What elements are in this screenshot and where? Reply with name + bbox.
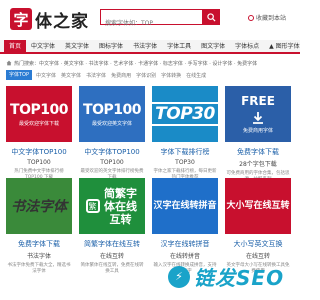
nav-item-chinese[interactable]: 中文字体 (26, 40, 60, 54)
thumb-subtitle: 最受欢迎字体下载 (18, 120, 59, 127)
card-thumb[interactable]: 大小写在线互转 (225, 178, 291, 234)
bookmark-link[interactable]: 收藏到本站 (248, 13, 286, 22)
search-input[interactable] (101, 16, 201, 31)
nav-item-shape[interactable]: ▲ 图形字体 (264, 40, 305, 54)
tag-link[interactable]: 书法字体 (86, 72, 106, 79)
nav-item-graphic[interactable]: 图文字体 (196, 40, 230, 54)
card-title[interactable]: 大小写英文互换 (225, 239, 291, 249)
site-logo[interactable]: 字 体之家 (10, 7, 89, 32)
hot-search-links[interactable]: 中文字体 · 英文字体 · 书法字体 · 艺术字体 · 卡通字体 · 标志字体 … (39, 60, 257, 67)
main-nav: 首页 中文字体 英文字体 图标字体 书法字体 字体工具 图文字体 字体标点 ▲ … (0, 40, 300, 54)
card-title[interactable]: 免费字体下载 (6, 239, 72, 249)
thumb-title: TOP100 (83, 101, 141, 118)
tag-link[interactable]: 字体识别 (136, 72, 156, 79)
header: 字 体之家 收藏到本站 (0, 0, 300, 40)
thumb-title: FREE (241, 94, 275, 108)
search-box (100, 9, 220, 31)
card-description: 书法字体免费下载大全，精选书法字体 (7, 263, 71, 274)
hot-search: 热门搜索： 中文字体 · 英文字体 · 书法字体 · 艺术字体 · 卡通字体 ·… (6, 58, 294, 68)
logo-text: 体之家 (35, 11, 89, 32)
card-case-convert[interactable]: 大小写在线互转 大小写英文互换 在线互转 英文字母大小写在线转换工具免费使用 (225, 178, 291, 275)
card-title[interactable]: 中文字体TOP100 (6, 147, 72, 157)
card-title[interactable]: 简繁字体在线互转 (79, 239, 145, 249)
tag-link[interactable]: 免费商用 (111, 72, 131, 79)
card-thumb[interactable]: TOP30 (150, 86, 220, 142)
card-title[interactable]: 汉字在线转拼音 (152, 239, 218, 249)
thumb-subtitle: 最受欢迎英文字体 (91, 120, 132, 127)
tag-link[interactable]: 英文字体 (61, 72, 81, 79)
card-top30[interactable]: TOP30 字体下载排行榜 TOP30 字体之家下载排行榜，每日更新热门字体推荐 (150, 86, 220, 181)
nav-item-home[interactable]: 首页 (4, 40, 27, 54)
card-title[interactable]: 字体下载排行榜 (152, 147, 218, 157)
convert-icon: 繁 (85, 199, 100, 213)
nav-item-calligraphy[interactable]: 书法字体 (128, 40, 162, 54)
watermark-logo-icon: ⚡ (168, 265, 190, 288)
thumb-title: TOP30 (150, 102, 220, 126)
download-icon (253, 112, 263, 124)
card-title[interactable]: 免费字体下载 (225, 147, 291, 157)
card-thumb[interactable]: 书法字体 (6, 178, 72, 234)
card-description: 简体繁体在线互转，免费在线转换工具 (80, 263, 144, 274)
card-thumb[interactable]: FREE 免费商用字体 (225, 86, 291, 142)
tag-link[interactable]: 在线生成 (186, 72, 206, 79)
watermark: ⚡ 链发SEO (168, 262, 284, 291)
thumb-title: 汉字在线转拼音 (153, 200, 217, 211)
card-subtitle: TOP30 (175, 159, 195, 166)
thumb-subtitle: 免费商用字体 (242, 128, 273, 134)
card-thumb[interactable]: 繁 简繁字体在线互转 (79, 178, 145, 234)
nav-item-icon[interactable]: 图标字体 (94, 40, 128, 54)
card-calligraphy[interactable]: 书法字体 免费字体下载 书法字体 书法字体免费下载大全，精选书法字体 (6, 178, 72, 275)
thumb-title: 书法字体 (11, 199, 67, 215)
nav-item-tools[interactable]: 字体工具 (162, 40, 196, 54)
home-icon (6, 60, 12, 66)
bookmark-label: 收藏到本站 (256, 15, 287, 22)
card-title[interactable]: 中文字体TOP100 (79, 147, 145, 157)
card-english-top100[interactable]: TOP100 最受欢迎英文字体 中文字体TOP100 TOP100 最受欢迎的英… (79, 86, 145, 181)
tag-link[interactable]: 中文字体 (36, 72, 56, 79)
thumb-title: 简繁字体在线互转 (104, 186, 137, 226)
card-free[interactable]: FREE 免费商用字体 免费字体下载 28个字包下载 可免费商用的字体合集，包括… (225, 86, 291, 183)
card-subtitle: 在线互转 (245, 253, 270, 260)
hot-search-label: 热门搜索： (14, 60, 40, 67)
tag-link[interactable]: 字体转换 (161, 72, 181, 79)
card-thumb[interactable]: TOP100 最受欢迎英文字体 (79, 86, 145, 142)
search-button[interactable] (202, 9, 220, 25)
watermark-text: 链发SEO (194, 266, 285, 290)
card-subtitle: 在线转拼音 (169, 253, 200, 260)
tag-bar-head: 字体TOP (6, 70, 33, 80)
card-subtitle: 书法字体 (26, 253, 51, 260)
thumb-title: 大小写在线互转 (226, 200, 290, 211)
card-thumb[interactable]: 汉字在线转拼音 (152, 178, 218, 234)
nav-item-punctuation[interactable]: 字体标点 (230, 40, 264, 54)
logo-mark: 字 (10, 8, 32, 30)
card-subtitle: TOP100 (27, 159, 51, 166)
bookmark-icon (248, 14, 254, 21)
tag-bar: 字体TOP 中文字体 英文字体 书法字体 免费商用 字体识别 字体转换 在线生成 (6, 70, 294, 80)
card-subtitle: TOP100 (100, 159, 124, 166)
card-simp-trad[interactable]: 繁 简繁字体在线互转 简繁字体在线互转 在线互转 简体繁体在线互转，免费在线转换… (79, 178, 145, 275)
thumb-title: TOP100 (10, 101, 68, 118)
nav-item-english[interactable]: 英文字体 (60, 40, 94, 54)
card-pinyin[interactable]: 汉字在线转拼音 汉字在线转拼音 在线转拼音 输入汉字在线转换成拼音，支持多音字 (152, 178, 218, 275)
card-thumb[interactable]: TOP100 最受欢迎字体下载 (6, 86, 72, 142)
search-icon (206, 12, 216, 22)
card-chinese-top100[interactable]: TOP100 最受欢迎字体下载 中文字体TOP100 TOP100 热门免费中文… (6, 86, 72, 181)
card-subtitle: 28个字包下载 (239, 161, 277, 168)
card-subtitle: 在线互转 (99, 253, 124, 260)
